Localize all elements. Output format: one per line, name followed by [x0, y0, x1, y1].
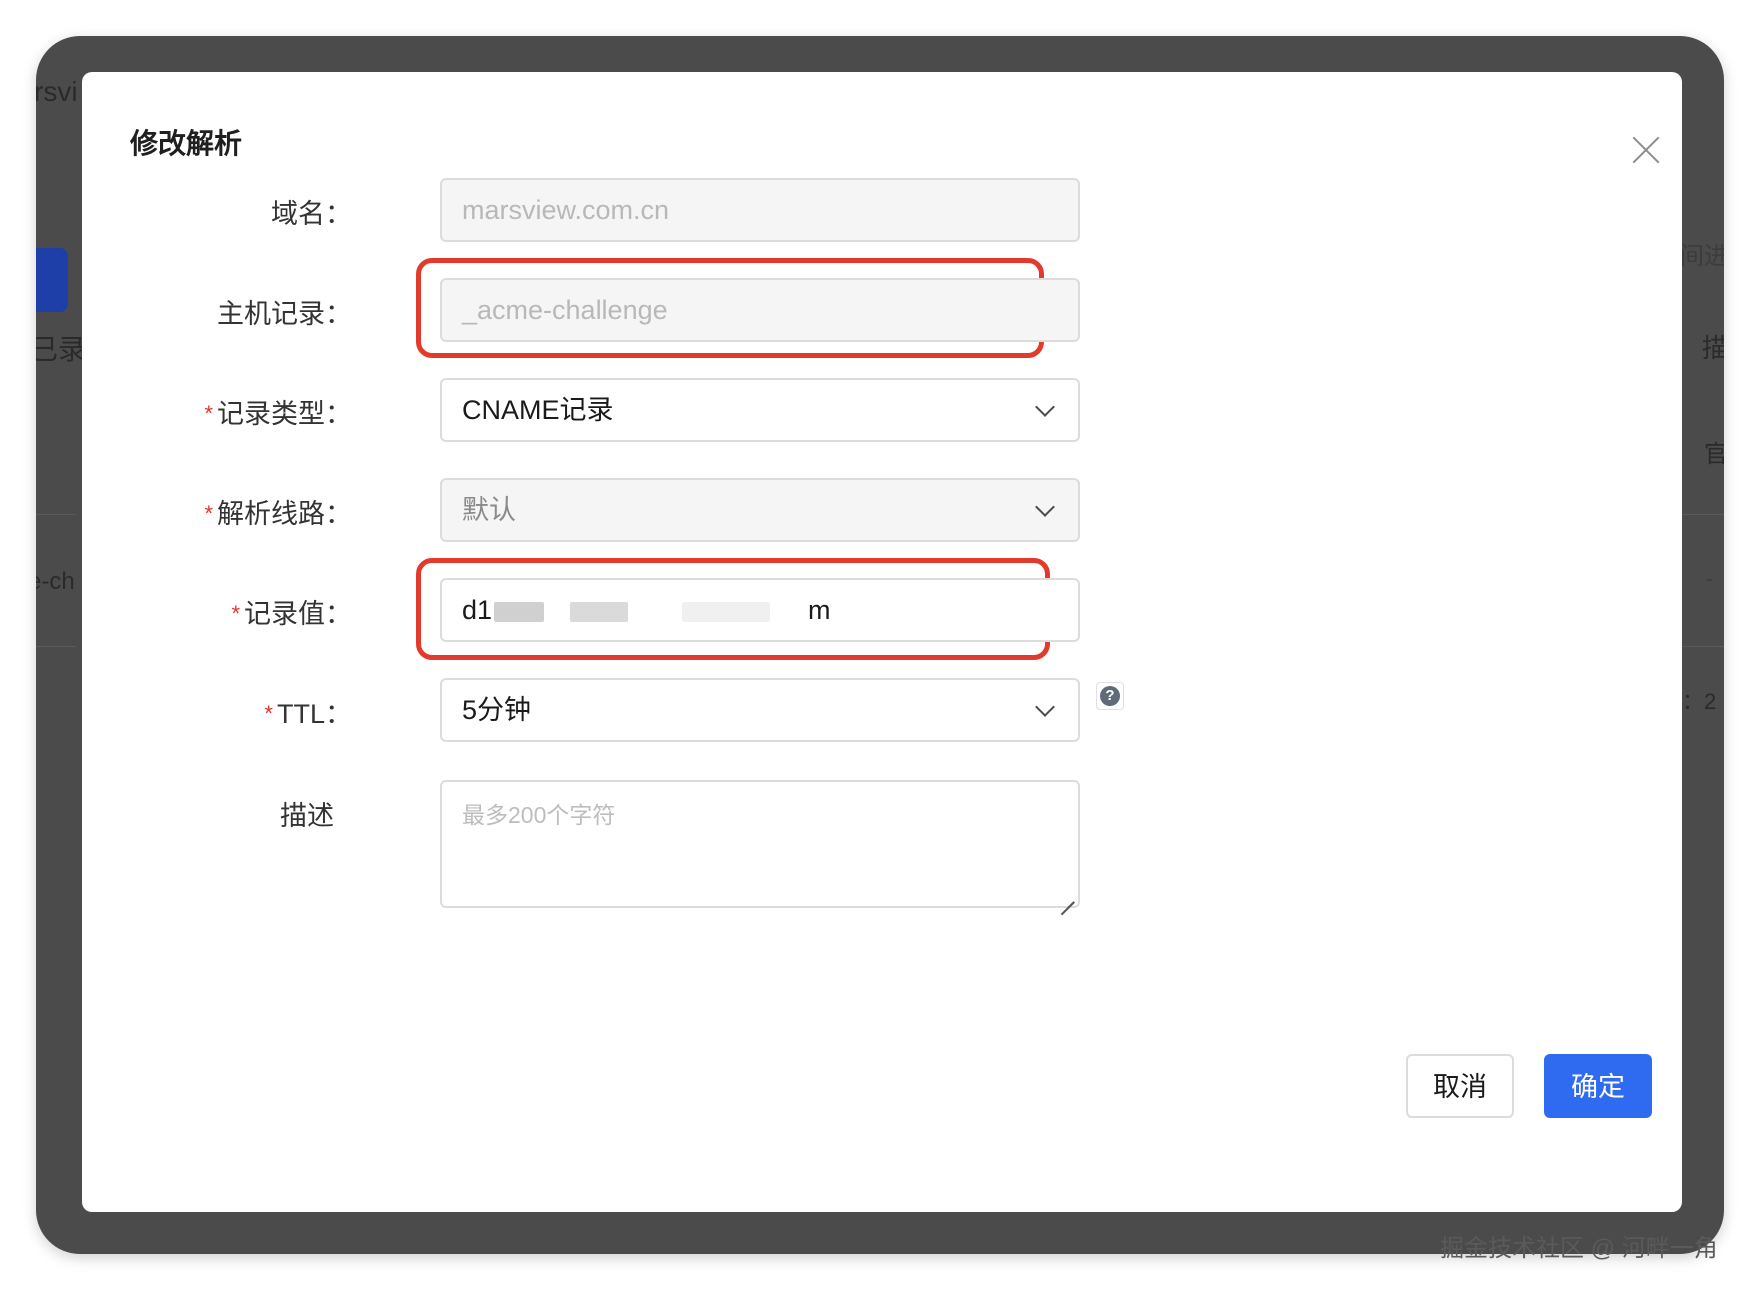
- record-type-label: * 记录类型：: [204, 399, 352, 429]
- line-select[interactable]: 默认: [440, 478, 1080, 542]
- bg-divider: [1682, 514, 1724, 515]
- ttl-label: * TTL：: [264, 699, 352, 729]
- ttl-select[interactable]: 5分钟: [440, 678, 1080, 742]
- host-field[interactable]: _acme-challenge: [440, 278, 1080, 342]
- redacted-blur: [494, 602, 544, 622]
- record-type-select[interactable]: CNAME记录: [440, 378, 1080, 442]
- chevron-down-icon: [1035, 497, 1055, 517]
- record-value-field[interactable]: d1 m: [440, 578, 1080, 642]
- app-frame: rsvi 已录 e-ch 间进 描 官 - ：2 修改解析 域名： marsvi…: [36, 36, 1724, 1254]
- bg-fragment: ：2: [1682, 689, 1717, 714]
- chevron-down-icon: [1035, 697, 1055, 717]
- ok-button[interactable]: 确定: [1544, 1054, 1652, 1118]
- bg-fragment: 间进: [1680, 243, 1724, 270]
- bg-fragment: 已录: [36, 334, 87, 365]
- watermark: 掘金技术社区 @ 河畔一角: [1440, 1235, 1718, 1262]
- line-label: * 解析线路：: [204, 499, 352, 529]
- redacted-blur: [570, 602, 628, 622]
- resize-handle-icon[interactable]: [1060, 888, 1074, 902]
- cancel-button[interactable]: 取消: [1406, 1054, 1514, 1118]
- bg-fragment: 官: [1704, 441, 1724, 468]
- bg-fragment: e-ch: [36, 568, 75, 595]
- host-label: 主机记录：: [217, 299, 352, 329]
- dialog-title: 修改解析: [130, 128, 243, 159]
- help-icon[interactable]: ?: [1096, 682, 1124, 710]
- redacted-blur: [682, 602, 770, 622]
- description-label: 描述: [280, 801, 334, 831]
- domain-label: 域名：: [271, 199, 352, 229]
- bg-fragment: rsvi: [36, 76, 78, 107]
- close-icon[interactable]: [1626, 130, 1666, 170]
- bg-fragment: -: [1706, 566, 1714, 591]
- bg-fragment: 描: [1702, 333, 1724, 363]
- record-value-suffix: m: [808, 595, 831, 625]
- description-textarea[interactable]: 最多200个字符: [440, 780, 1080, 908]
- edit-record-dialog: 修改解析 域名： marsview.com.cn 主机记录： _acme-cha…: [82, 72, 1682, 1212]
- bg-divider: [1682, 646, 1724, 647]
- bg-divider: [36, 514, 76, 515]
- bg-primary-button: [36, 248, 68, 312]
- record-value-label: * 记录值：: [231, 599, 352, 629]
- domain-field[interactable]: marsview.com.cn: [440, 178, 1080, 242]
- bg-divider: [36, 646, 76, 647]
- chevron-down-icon: [1035, 397, 1055, 417]
